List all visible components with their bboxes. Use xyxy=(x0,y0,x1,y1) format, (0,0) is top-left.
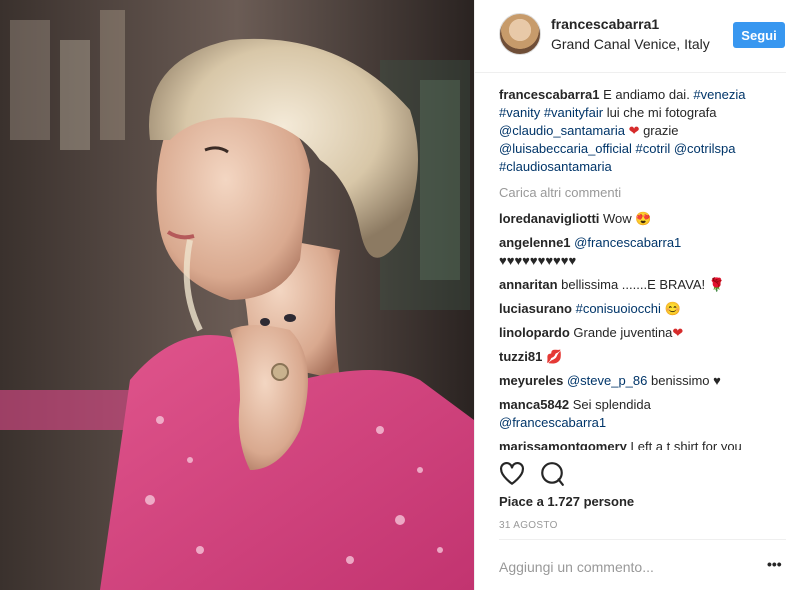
post-photo[interactable] xyxy=(0,0,474,590)
comment-button[interactable] xyxy=(539,461,565,487)
hashtag-vanity[interactable]: #vanity xyxy=(499,105,540,120)
follow-button[interactable]: Segui xyxy=(733,22,785,48)
comment-text: benissimo ♥ xyxy=(647,373,721,388)
mention-claudio-santamaria[interactable]: @claudio_santamaria xyxy=(499,123,625,138)
comment-text: bellissima .......E BRAVA! xyxy=(557,277,706,292)
comment-username[interactable]: luciasurano xyxy=(499,301,572,316)
add-comment-input[interactable] xyxy=(499,556,749,578)
comment-item: luciasurano #conisuoiocchi 😊 xyxy=(499,300,771,318)
instagram-post-view: francescabarra1 Grand Canal Venice, Ital… xyxy=(0,0,786,590)
comment-hashtag[interactable]: #conisuoiocchi xyxy=(576,301,661,316)
comment-item: linolopardo Grande juventina❤ xyxy=(499,324,771,342)
load-more-comments[interactable]: Carica altri commenti xyxy=(499,184,771,202)
comment-username[interactable]: loredanavigliotti xyxy=(499,211,599,226)
kiss-emoji: 💋 xyxy=(545,349,563,364)
hashtag-cotril[interactable]: #cotril xyxy=(636,141,671,156)
comment-mention[interactable]: @steve_p_86 xyxy=(567,373,647,388)
comment-username[interactable]: meyureles xyxy=(499,373,563,388)
post-location[interactable]: Grand Canal Venice, Italy xyxy=(551,36,710,52)
comment-text: ♥♥♥♥♥♥♥♥♥♥ xyxy=(499,253,577,268)
comment-item: meyureles @steve_p_86 benissimo ♥ xyxy=(499,372,771,390)
like-button[interactable] xyxy=(499,461,525,487)
avatar[interactable] xyxy=(499,13,541,55)
comment-username[interactable]: annaritan xyxy=(499,277,558,292)
comment-username[interactable]: linolopardo xyxy=(499,325,570,340)
comment-text: Left a t shirt for you xyxy=(626,439,742,450)
divider xyxy=(499,539,786,540)
caption-username[interactable]: francescabarra1 xyxy=(499,87,599,102)
comment-bubble-icon xyxy=(541,462,564,486)
comment-username[interactable]: marissamontgomery xyxy=(499,439,627,450)
caption: francescabarra1 E andiamo dai. #venezia … xyxy=(499,86,771,176)
post-date[interactable]: 31 AGOSTO xyxy=(499,520,558,531)
heart-eyes-emoji: 😍 xyxy=(635,211,652,226)
comment-mention[interactable]: @francescabarra1 xyxy=(499,415,606,430)
heart-outline-icon xyxy=(500,461,524,485)
comment-text: Wow xyxy=(599,211,632,226)
mention-cotrilspa[interactable]: @cotrilspa xyxy=(674,141,736,156)
comment-item: loredanavigliotti Wow 😍 xyxy=(499,210,771,228)
comment-item: marissamontgomery Left a t shirt for you xyxy=(499,438,771,450)
mention-luisabeccaria[interactable]: @luisabeccaria_official xyxy=(499,141,632,156)
post-side-panel: francescabarra1 Grand Canal Venice, Ital… xyxy=(474,0,786,590)
comment-text: Sei splendida xyxy=(569,397,651,412)
hashtag-venezia[interactable]: #venezia xyxy=(693,87,745,102)
post-username[interactable]: francescabarra1 xyxy=(551,16,659,32)
comment-item: angelenne1 @francescabarra1 ♥♥♥♥♥♥♥♥♥♥ xyxy=(499,234,771,270)
caption-text: E andiamo dai. xyxy=(599,87,694,102)
comments-list[interactable]: francescabarra1 E andiamo dai. #venezia … xyxy=(499,86,771,450)
more-options-button[interactable]: ••• xyxy=(767,556,782,572)
smile-emoji: 😊 xyxy=(664,301,681,316)
caption-text: lui che mi fotografa xyxy=(603,105,717,120)
hashtag-vanityfair[interactable]: #vanityfair xyxy=(544,105,603,120)
comment-username[interactable]: tuzzi81 xyxy=(499,349,542,364)
action-bar xyxy=(499,461,771,487)
post-header: francescabarra1 Grand Canal Venice, Ital… xyxy=(475,0,786,73)
comment-username[interactable]: manca5842 xyxy=(499,397,569,412)
comment-item: manca5842 Sei splendida @francescabarra1 xyxy=(499,396,771,432)
comment-text: Grande juventina xyxy=(569,325,673,340)
comment-mention[interactable]: @francescabarra1 xyxy=(574,235,681,250)
heart-emoji: ❤ xyxy=(672,325,684,340)
heart-icon: ❤ xyxy=(628,123,640,138)
rose-emoji: 🌹 xyxy=(708,277,725,292)
likes-count[interactable]: Piace a 1.727 persone xyxy=(499,494,634,509)
caption-text: grazie xyxy=(639,123,679,138)
post-photo-art xyxy=(0,0,474,590)
comment-username[interactable]: angelenne1 xyxy=(499,235,571,250)
hashtag-claudiosantamaria[interactable]: #claudiosantamaria xyxy=(499,159,612,174)
comment-item: tuzzi81 💋 xyxy=(499,348,771,366)
comment-item: annaritan bellissima .......E BRAVA! 🌹 xyxy=(499,276,771,294)
